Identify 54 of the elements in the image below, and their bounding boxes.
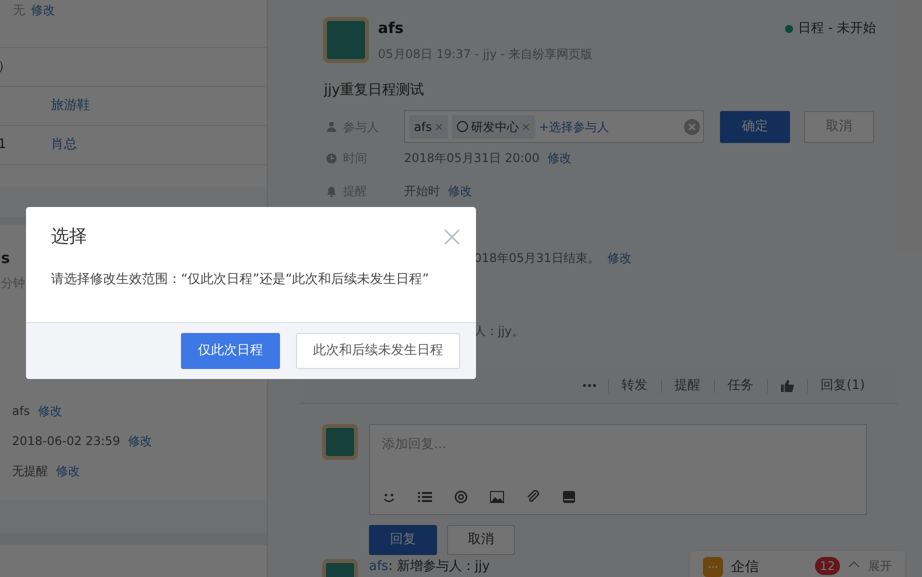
- edit-link[interactable]: 修改: [607, 249, 632, 267]
- field-value: 无提醒: [12, 462, 48, 480]
- value-link[interactable]: 旅游鞋: [51, 96, 90, 116]
- paperclip-icon[interactable]: [526, 490, 540, 504]
- chat-title: 企信: [731, 558, 760, 577]
- image-icon[interactable]: [490, 490, 504, 504]
- dialog-button[interactable]: 仅此次日程: [181, 333, 280, 369]
- edit-link[interactable]: 修改: [38, 402, 62, 420]
- edit-link[interactable]: 修改: [448, 182, 472, 200]
- field-value: 2018-06-02 23:59: [12, 432, 120, 450]
- status-text: 日程 - 未开始: [798, 20, 876, 38]
- edit-link[interactable]: 修改: [547, 149, 572, 167]
- author-name: s: [1, 248, 10, 269]
- action-link[interactable]: 提醒: [662, 376, 714, 396]
- comment-text: : 新增参与人：jjy: [388, 559, 490, 575]
- action-link[interactable]: 转发: [608, 376, 661, 396]
- participant-chip[interactable]: 研发中心: [452, 114, 535, 138]
- cancel-button[interactable]: 取消: [447, 525, 515, 555]
- bell-icon: [326, 186, 337, 196]
- field-value: afs: [12, 402, 30, 420]
- confirm-button[interactable]: 确定: [720, 110, 790, 142]
- field-label: ）: [0, 59, 11, 74]
- participant-chip[interactable]: afs: [409, 114, 448, 138]
- value-link[interactable]: 肖总: [51, 135, 77, 155]
- dialog-message: 请选择修改生效范围：“仅此次日程”还是“此次和后续未发生日程”: [50, 271, 430, 289]
- chevron-up-icon[interactable]: [848, 561, 860, 568]
- field-value: 2018年05月31日 20:00: [404, 150, 540, 167]
- action-link[interactable]: 任务: [714, 376, 767, 396]
- post-title: jjy重复日程测试: [322, 81, 426, 100]
- remove-icon[interactable]: [522, 122, 530, 130]
- add-participant-link[interactable]: +选择参与人: [538, 118, 609, 136]
- field-value: 开始时: [404, 183, 440, 200]
- author-name: afs: [378, 18, 405, 39]
- list-icon[interactable]: [418, 490, 432, 504]
- unread-badge: 12: [814, 557, 840, 575]
- dialog-title: 选择: [51, 225, 87, 249]
- participant-field[interactable]: afs 研发中心 +选择参与人: [404, 110, 704, 143]
- edit-link[interactable]: 修改: [128, 432, 152, 450]
- person-icon: [326, 121, 337, 132]
- author-link[interactable]: afs: [369, 559, 388, 575]
- reply-button[interactable]: 回复: [369, 525, 437, 555]
- remove-icon[interactable]: [434, 122, 443, 130]
- clock-icon: [326, 152, 337, 164]
- close-icon[interactable]: [444, 228, 460, 244]
- clear-icon[interactable]: [684, 118, 700, 134]
- edit-link[interactable]: 修改: [31, 1, 55, 19]
- chip-text: 研发中心: [470, 118, 519, 136]
- chip-text: afs: [414, 118, 432, 136]
- action-link[interactable]: 回复(1): [808, 376, 878, 396]
- edit-link[interactable]: 修改: [56, 462, 80, 480]
- drive-icon[interactable]: [562, 490, 576, 504]
- chat-icon: [703, 557, 723, 577]
- dialog-button[interactable]: 此次和后续未发生日程: [296, 333, 460, 369]
- department-icon: [456, 121, 468, 132]
